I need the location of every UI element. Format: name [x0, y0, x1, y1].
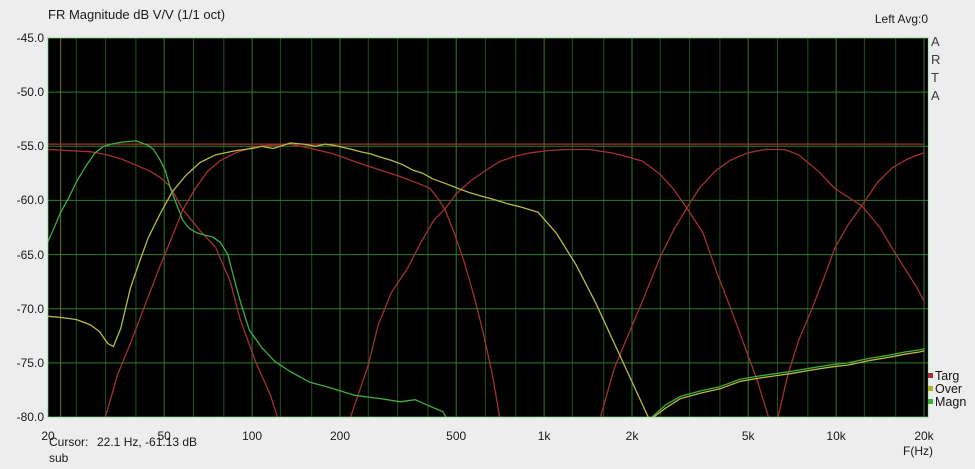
- watermark-letter: T: [931, 70, 939, 85]
- watermark-letter: A: [931, 88, 940, 103]
- legend-label: Magn: [935, 394, 967, 409]
- watermark-letter: A: [931, 34, 940, 49]
- y-tick-label: -45.0: [16, 31, 44, 45]
- legend-swatch-targ: [928, 373, 933, 378]
- legend: Targ Over Magn: [928, 368, 967, 409]
- legend-swatch-magn: [928, 399, 933, 404]
- y-tick-label: -60.0: [16, 193, 44, 208]
- x-tick-label: 500: [446, 429, 467, 443]
- x-tick-label: 2k: [625, 429, 639, 443]
- cursor-status-label: Cursor:: [49, 435, 89, 449]
- y-tick-label: -65.0: [16, 247, 44, 262]
- legend-label: Over: [935, 381, 963, 396]
- y-tick-label: -80.0: [16, 410, 44, 424]
- x-tick-label: 1k: [537, 429, 551, 443]
- cursor-status-value: 22.1 Hz, -61.13 dB: [97, 435, 198, 449]
- legend-label: Targ: [935, 368, 960, 383]
- arta-fr-window: FR Magnitude dB V/V (1/1 oct) Left Avg:0…: [0, 0, 975, 469]
- x-tick-label: 100: [242, 429, 263, 443]
- legend-swatch-over: [928, 386, 933, 391]
- x-tick-label: 5k: [741, 429, 755, 443]
- y-tick-label: -75.0: [16, 355, 44, 370]
- legend-item-targ: Targ: [928, 368, 966, 383]
- y-tick-label: -70.0: [16, 301, 44, 316]
- plot-background: [48, 38, 928, 417]
- x-tick-label: 20k: [914, 429, 934, 443]
- x-tick-label: 10k: [826, 429, 846, 443]
- x-tick-label: 200: [329, 429, 351, 443]
- y-tick-label: -50.0: [16, 85, 44, 100]
- overlay-name-label: sub: [49, 451, 69, 465]
- y-tick-label: -55.0: [16, 139, 44, 154]
- legend-item-over: Over: [928, 381, 966, 396]
- arta-watermark: ARTA: [931, 33, 940, 105]
- legend-item-magn: Magn: [928, 394, 967, 409]
- x-axis-unit-label: F(Hz): [903, 444, 933, 458]
- fr-plot-canvas[interactable]: [0, 0, 975, 469]
- watermark-letter: R: [931, 52, 941, 67]
